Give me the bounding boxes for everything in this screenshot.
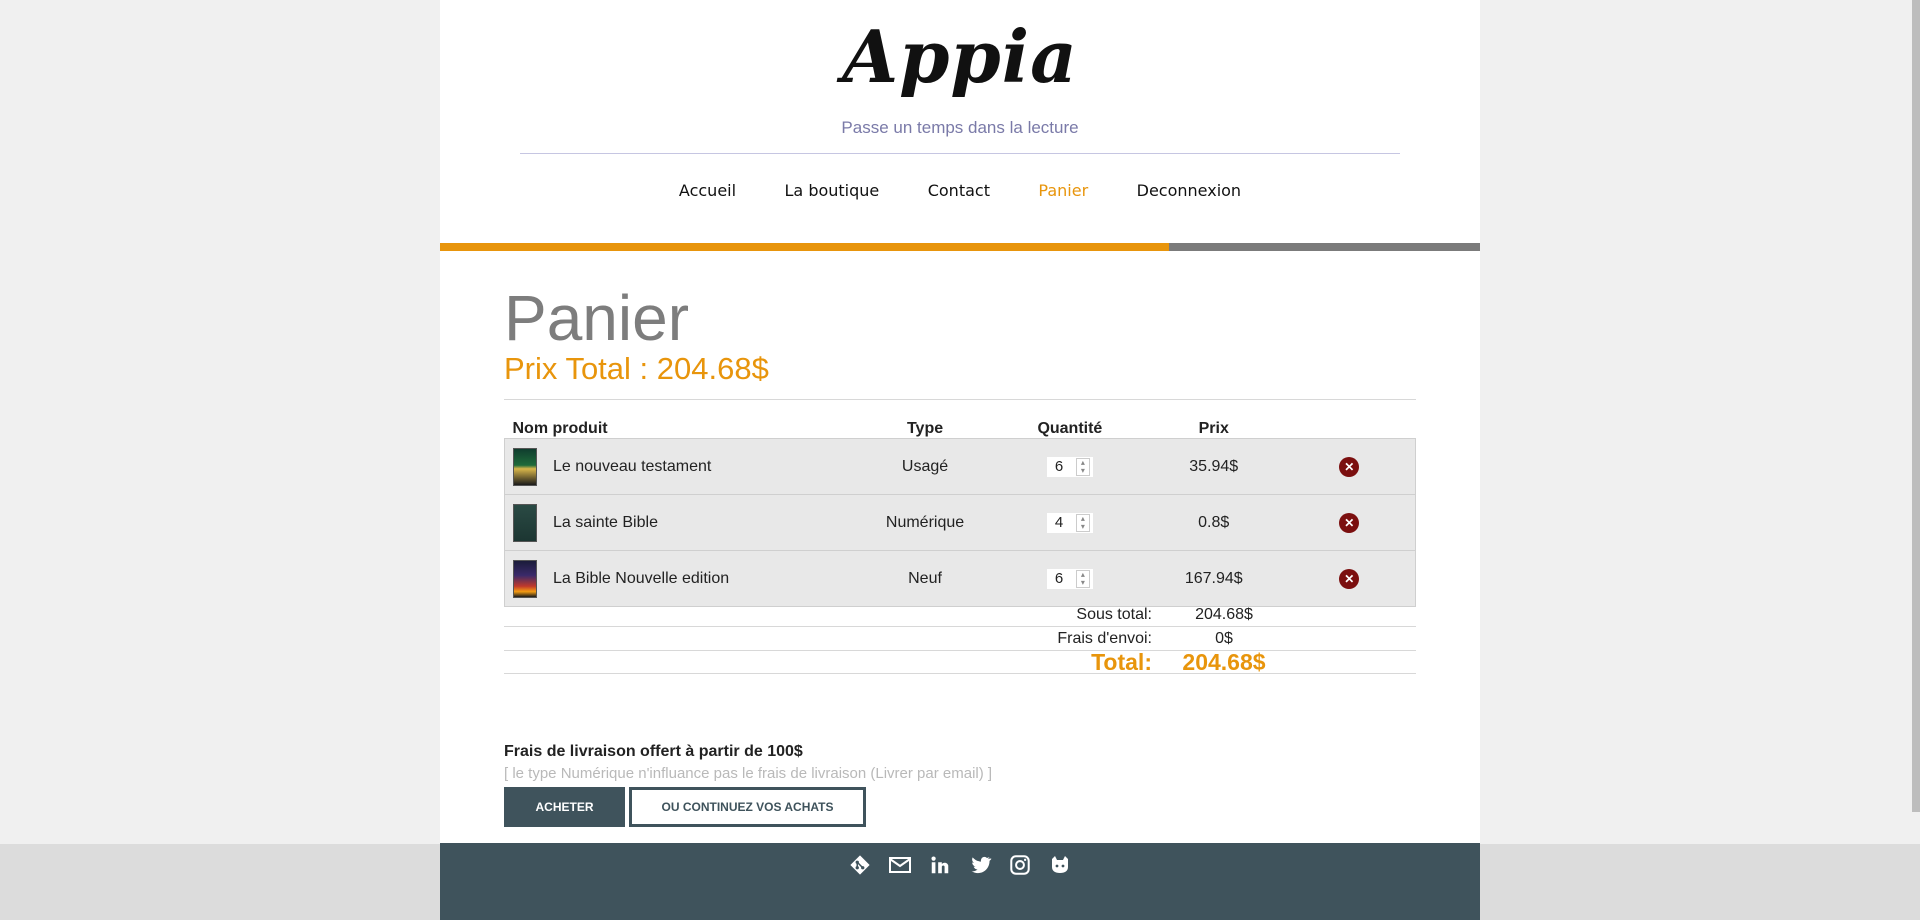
delete-cell: ✕ [1283, 494, 1416, 551]
col-type-header: Type [906, 420, 944, 437]
nav-contact[interactable]: Contact [928, 181, 990, 200]
site-tagline: Passe un temps dans la lecture [841, 118, 1079, 137]
product-type: Numérique [854, 494, 996, 551]
header-gray-bar [1169, 243, 1480, 251]
site-header: Appia Passe un temps dans la lecture Acc… [440, 0, 1480, 251]
stepper-arrows-icon[interactable]: ▴ ▾ [1075, 569, 1090, 588]
cart-table: Nom produit Type Quantité Prix Le nouvea… [504, 414, 1416, 607]
col-action-header [1284, 414, 1416, 439]
stepper-arrows-icon[interactable]: ▴ ▾ [1075, 513, 1090, 532]
instagram-icon[interactable] [1008, 853, 1032, 877]
title-divider [504, 399, 1416, 400]
header-accent-bar [440, 243, 1169, 251]
product-name[interactable]: La sainte Bible [553, 514, 658, 532]
cart-header-row: Nom produit Type Quantité Prix [505, 414, 1416, 439]
page-scrollbar[interactable] [1912, 0, 1920, 812]
subtotal-value: 204.68$ [1195, 606, 1253, 623]
delete-cell: ✕ [1283, 550, 1416, 607]
buy-button[interactable]: ACHETER [504, 787, 625, 827]
product-name[interactable]: La Bible Nouvelle edition [553, 570, 729, 588]
subtotal-label: Sous total: [1076, 606, 1152, 623]
book-cover-image[interactable] [513, 503, 537, 542]
product-type: Usagé [854, 438, 996, 495]
remove-item-button[interactable]: ✕ [1339, 568, 1360, 589]
delete-cell: ✕ [1283, 438, 1416, 495]
stepper-arrows-icon[interactable]: ▴ ▾ [1075, 457, 1090, 476]
quantity-stepper[interactable]: 6 ▴ ▾ [1046, 568, 1093, 589]
free-shipping-note: Frais de livraison offert à partir de 10… [504, 743, 803, 760]
mail-icon[interactable] [888, 853, 912, 877]
col-qty-header: Quantité [1037, 420, 1103, 437]
quantity-value[interactable]: 4 [1055, 514, 1063, 531]
nav-panier[interactable]: Panier [1038, 181, 1088, 200]
github-icon[interactable] [1048, 853, 1072, 877]
quantity-stepper[interactable]: 6 ▴ ▾ [1046, 456, 1093, 477]
site-footer [440, 843, 1480, 920]
shipping-label: Frais d'envoi: [1057, 630, 1152, 647]
product-price: 167.94$ [1143, 550, 1284, 607]
shipping-row: Frais d'envoi: 0$ [504, 627, 1416, 651]
nav-accueil[interactable]: Accueil [679, 181, 736, 200]
book-cover-image[interactable] [513, 559, 537, 598]
shipping-subnote: [ le type Numérique n'influance pas le f… [504, 765, 993, 782]
header-divider [520, 153, 1400, 154]
col-name-header: Nom produit [512, 420, 608, 437]
quantity-value[interactable]: 6 [1055, 458, 1063, 475]
page-title: Panier [504, 282, 689, 354]
qty-cell: 6 ▴ ▾ [995, 438, 1144, 495]
cart-summary: Sous total: 204.68$ Frais d'envoi: 0$ To… [504, 603, 1416, 675]
cart-row: La Bible Nouvelle edition Neuf 6 ▴ ▾ 167.… [504, 550, 1416, 607]
qty-cell: 6 ▴ ▾ [995, 550, 1144, 607]
nav-deconnexion[interactable]: Deconnexion [1137, 181, 1241, 200]
product-cell: Le nouveau testament [504, 438, 855, 495]
product-type: Neuf [854, 550, 996, 607]
nav-boutique[interactable]: La boutique [785, 181, 880, 200]
subtotal-row: Sous total: 204.68$ [504, 603, 1416, 627]
product-cell: La Bible Nouvelle edition [504, 550, 855, 607]
cart-row: La sainte Bible Numérique 4 ▴ ▾ 0.8$ ✕ [504, 494, 1416, 551]
total-price-header: Prix Total : 204.68$ [504, 351, 769, 386]
total-row: Total: 204.68$ [504, 649, 1416, 675]
shipping-value: 0$ [1215, 630, 1233, 647]
main-nav: Accueil La boutique Contact Panier Decon… [440, 181, 1480, 201]
remove-item-button[interactable]: ✕ [1339, 512, 1360, 533]
product-price: 0.8$ [1143, 494, 1284, 551]
product-cell: La sainte Bible [504, 494, 855, 551]
remove-item-button[interactable]: ✕ [1339, 456, 1360, 477]
col-price-header: Prix [1198, 420, 1229, 437]
quantity-stepper[interactable]: 4 ▴ ▾ [1046, 512, 1093, 533]
site-logo[interactable]: Appia [440, 14, 1480, 99]
twitter-icon[interactable] [968, 853, 992, 877]
git-icon[interactable] [848, 853, 872, 877]
total-value: 204.68$ [1182, 649, 1266, 675]
qty-cell: 4 ▴ ▾ [995, 494, 1144, 551]
total-label: Total: [1091, 649, 1152, 675]
book-cover-image[interactable] [513, 447, 537, 486]
page-container: Appia Passe un temps dans la lecture Acc… [440, 0, 1480, 920]
product-price: 35.94$ [1143, 438, 1284, 495]
linkedin-icon[interactable] [928, 853, 952, 877]
product-name[interactable]: Le nouveau testament [553, 458, 711, 476]
continue-shopping-button[interactable]: OU CONTINUEZ VOS ACHATS [629, 787, 866, 827]
cart-row: Le nouveau testament Usagé 6 ▴ ▾ 35.94$ ✕ [504, 438, 1416, 495]
quantity-value[interactable]: 6 [1055, 570, 1063, 587]
